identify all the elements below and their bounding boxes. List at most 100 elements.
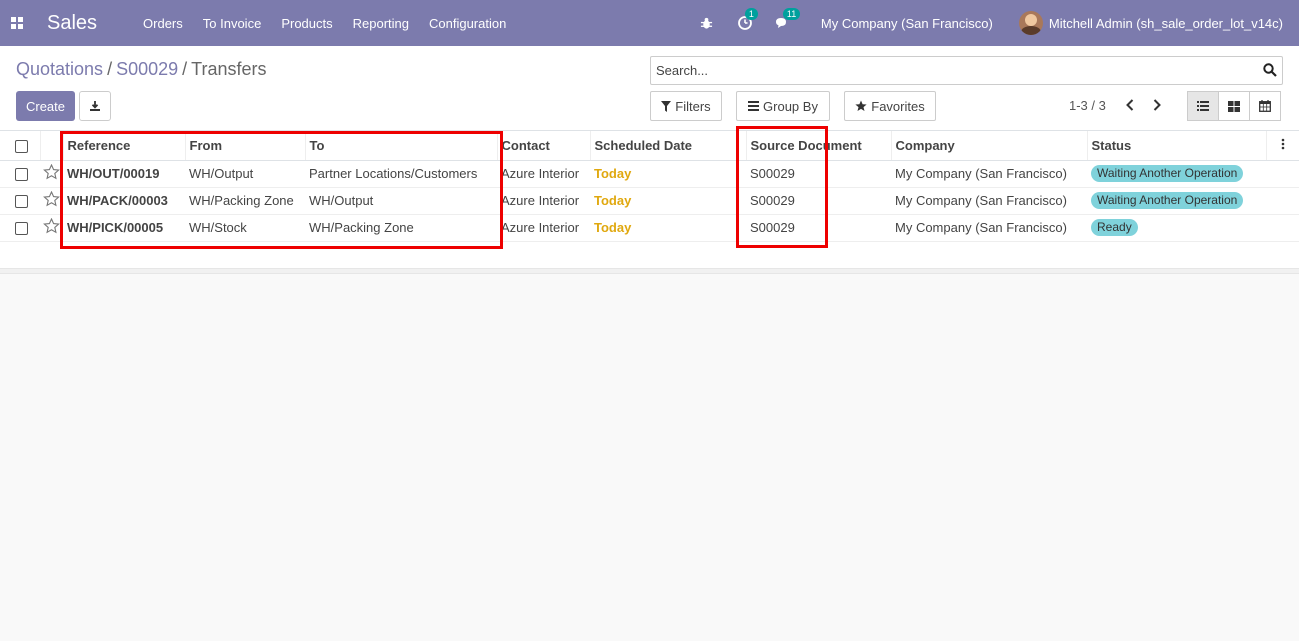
column-header-to[interactable]: To bbox=[305, 131, 498, 161]
star-outline-icon[interactable] bbox=[43, 163, 60, 180]
search-input[interactable] bbox=[651, 57, 1251, 84]
column-header-contact[interactable]: Contact bbox=[497, 131, 591, 161]
cell-contact: Azure Interior bbox=[497, 187, 590, 215]
search-icon[interactable] bbox=[1263, 63, 1277, 80]
breadcrumb-quotations[interactable]: Quotations bbox=[16, 59, 103, 79]
calendar-icon bbox=[1259, 100, 1271, 112]
menu-products[interactable]: Products bbox=[281, 16, 332, 31]
cell-status: Waiting Another Operation bbox=[1087, 187, 1266, 215]
list-view-button[interactable] bbox=[1187, 91, 1219, 121]
cell-from: WH/Stock bbox=[185, 214, 305, 242]
messages-count-badge: 11 bbox=[782, 8, 801, 20]
cell-reference: WH/PACK/00003 bbox=[63, 187, 185, 215]
row-star-cell bbox=[40, 160, 63, 188]
cell-empty bbox=[1266, 187, 1299, 215]
status-badge: Waiting Another Operation bbox=[1091, 192, 1244, 209]
favorite-column-header bbox=[40, 131, 64, 161]
row-checkbox[interactable] bbox=[15, 168, 28, 182]
row-checkbox[interactable] bbox=[15, 222, 28, 236]
navbar-systray: 1 11 My Company (San Francisco) Mitchell… bbox=[677, 0, 1283, 46]
menu-reporting[interactable]: Reporting bbox=[353, 16, 409, 31]
ellipsis-vertical-icon bbox=[1281, 138, 1284, 150]
favorites-button[interactable]: Favorites bbox=[844, 91, 936, 121]
cell-to: WH/Output bbox=[305, 187, 497, 215]
debug-bug-icon[interactable] bbox=[699, 15, 715, 31]
list-icon bbox=[1197, 101, 1209, 111]
cell-from: WH/Packing Zone bbox=[185, 187, 305, 215]
cell-status: Ready bbox=[1087, 214, 1266, 242]
control-panel: Quotations/S00029/Transfers Create Filte… bbox=[0, 46, 1299, 131]
breadcrumb-transfers: Transfers bbox=[191, 59, 267, 79]
company-switcher[interactable]: My Company (San Francisco) bbox=[821, 16, 993, 31]
transfers-table: Reference From To Contact Scheduled Date… bbox=[0, 131, 1299, 269]
view-switcher bbox=[1187, 91, 1281, 121]
favorites-label: Favorites bbox=[871, 98, 925, 114]
menu-orders[interactable]: Orders bbox=[143, 16, 183, 31]
row-select-cell bbox=[0, 187, 40, 215]
table-row[interactable]: WH/PACK/00003 WH/Packing Zone WH/Output … bbox=[0, 187, 1299, 215]
row-star-cell bbox=[40, 214, 63, 242]
pager-next-icon[interactable] bbox=[1151, 98, 1163, 112]
breadcrumb-s00029[interactable]: S00029 bbox=[116, 59, 178, 79]
apps-menu-icon[interactable] bbox=[0, 0, 34, 46]
cell-scheduled-date: Today bbox=[590, 214, 746, 242]
kanban-view-button[interactable] bbox=[1218, 91, 1250, 121]
cell-reference: WH/OUT/00019 bbox=[63, 160, 185, 188]
breadcrumb-separator: / bbox=[107, 59, 113, 79]
star-outline-icon[interactable] bbox=[43, 190, 60, 207]
row-checkbox[interactable] bbox=[15, 195, 28, 209]
cell-status: Waiting Another Operation bbox=[1087, 160, 1266, 188]
table-row[interactable]: WH/PICK/00005 WH/Stock WH/Packing Zone A… bbox=[0, 214, 1299, 242]
filters-button[interactable]: Filters bbox=[650, 91, 722, 121]
menu-configuration[interactable]: Configuration bbox=[429, 16, 506, 31]
star-icon bbox=[855, 100, 867, 111]
column-header-reference[interactable]: Reference bbox=[63, 131, 186, 161]
calendar-view-button[interactable] bbox=[1249, 91, 1281, 121]
row-select-cell bbox=[0, 160, 40, 188]
row-select-cell bbox=[0, 214, 40, 242]
table-row[interactable]: WH/OUT/00019 WH/Output Partner Locations… bbox=[0, 160, 1299, 188]
empty-cell bbox=[0, 241, 1299, 269]
column-header-source-document[interactable]: Source Document bbox=[746, 131, 892, 161]
pager-value[interactable]: 1-3 / 3 bbox=[1069, 98, 1106, 113]
menu-to-invoice[interactable]: To Invoice bbox=[203, 16, 262, 31]
kanban-icon bbox=[1228, 100, 1240, 112]
user-menu[interactable]: Mitchell Admin (sh_sale_order_lot_v14c) bbox=[1018, 11, 1283, 35]
cell-company: My Company (San Francisco) bbox=[891, 214, 1087, 242]
cell-source-document: S00029 bbox=[746, 214, 891, 242]
app-name[interactable]: Sales bbox=[47, 12, 97, 35]
user-avatar bbox=[1018, 11, 1043, 35]
status-badge: Waiting Another Operation bbox=[1091, 165, 1244, 182]
column-header-company[interactable]: Company bbox=[891, 131, 1088, 161]
star-outline-icon[interactable] bbox=[43, 217, 60, 234]
group-by-button[interactable]: Group By bbox=[736, 91, 830, 121]
column-header-scheduled-date[interactable]: Scheduled Date bbox=[590, 131, 747, 161]
group-by-label: Group By bbox=[763, 98, 818, 114]
cell-contact: Azure Interior bbox=[497, 214, 590, 242]
export-button[interactable] bbox=[79, 91, 111, 121]
bars-icon bbox=[748, 101, 760, 111]
filters-label: Filters bbox=[675, 98, 711, 114]
select-all-checkbox[interactable] bbox=[15, 139, 28, 153]
table-header-row: Reference From To Contact Scheduled Date… bbox=[0, 131, 1299, 161]
list-footer bbox=[0, 268, 1299, 274]
optional-columns-toggle[interactable] bbox=[1266, 131, 1299, 161]
empty-row bbox=[0, 241, 1299, 269]
messages-chat-icon[interactable]: 11 bbox=[775, 8, 801, 31]
column-header-status[interactable]: Status bbox=[1087, 131, 1267, 161]
cell-empty bbox=[1266, 160, 1299, 188]
create-button[interactable]: Create bbox=[16, 91, 75, 121]
breadcrumb-separator: / bbox=[182, 59, 188, 79]
main-menu: Orders To Invoice Products Reporting Con… bbox=[143, 16, 526, 31]
column-header-from[interactable]: From bbox=[185, 131, 306, 161]
cell-source-document: S00029 bbox=[746, 160, 891, 188]
status-badge: Ready bbox=[1091, 219, 1138, 236]
cell-contact: Azure Interior bbox=[497, 160, 590, 188]
cell-source-document: S00029 bbox=[746, 187, 891, 215]
cell-reference: WH/PICK/00005 bbox=[63, 214, 185, 242]
breadcrumb: Quotations / S00029/Transfers bbox=[16, 59, 267, 80]
pager-previous-icon[interactable] bbox=[1124, 98, 1136, 112]
activity-count-badge: 1 bbox=[744, 8, 758, 20]
activity-clock-icon[interactable]: 1 bbox=[737, 8, 758, 31]
user-name: Mitchell Admin (sh_sale_order_lot_v14c) bbox=[1048, 15, 1283, 31]
